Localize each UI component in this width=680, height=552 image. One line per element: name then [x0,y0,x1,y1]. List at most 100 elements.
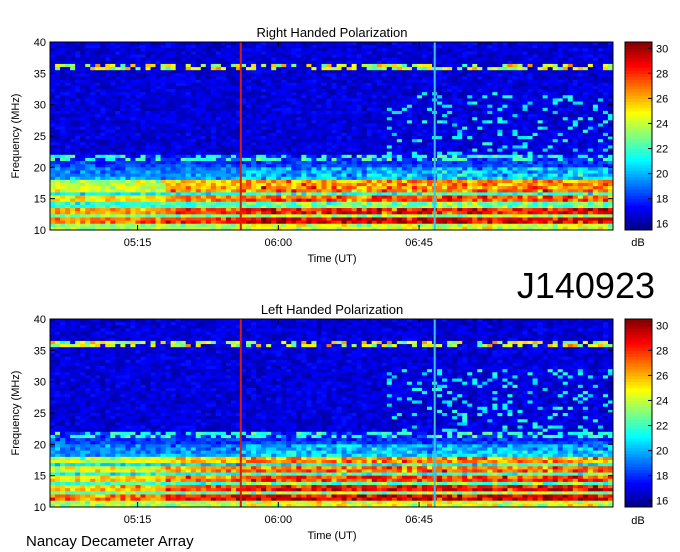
heatmap-cell [65,145,71,149]
heatmap-cell [492,92,498,96]
heatmap-cell [442,110,448,115]
heatmap-cell [65,120,71,124]
heatmap-cell [522,54,528,59]
heatmap-cell [261,110,267,115]
heatmap-cell [60,132,66,137]
heatmap-cell [271,117,277,121]
heatmap-cell [502,70,508,74]
heatmap-cell [200,157,207,162]
heatmap-cell [401,142,408,146]
heatmap-cell [120,123,126,127]
heatmap-cell [572,170,579,174]
heatmap-cell [145,170,151,174]
heatmap-cell [567,70,574,74]
heatmap-cell [261,114,267,118]
heatmap-cell [160,42,167,46]
heatmap-cell [346,167,353,171]
heatmap-cell [205,145,212,149]
heatmap-cell [356,42,363,46]
heatmap-cell [266,139,272,143]
heatmap-cell [587,104,594,109]
heatmap-cell [120,126,126,131]
heatmap-cell [195,67,202,71]
heatmap-cell [457,123,463,127]
heatmap-cell [205,151,212,156]
heatmap-cell [577,129,584,134]
heatmap-cell [562,73,569,77]
heatmap-cell [225,157,232,162]
heatmap-cell [261,117,267,121]
heatmap-cell [281,142,287,146]
heatmap-cell [406,157,413,162]
heatmap-cell [396,151,403,156]
heatmap-cell [552,98,559,102]
heatmap-cell [517,157,523,162]
heatmap-cell [125,45,131,49]
heatmap-cell [527,82,533,87]
heatmap-cell [296,107,302,112]
heatmap-cell [507,145,513,149]
heatmap-cell [547,54,554,59]
heatmap-cell [502,60,508,65]
heatmap-cell [120,107,126,112]
heatmap-cell [301,154,307,159]
heatmap-cell [225,120,232,124]
heatmap-cell [467,92,473,96]
heatmap-cell [230,85,237,90]
heatmap-cell [306,101,312,106]
heatmap-cell [346,67,353,71]
heatmap-cell [95,154,101,159]
heatmap-cell [341,98,347,102]
heatmap-cell [155,63,161,68]
heatmap-cell [582,101,589,106]
heatmap-cell [562,151,569,156]
heatmap-cell [602,73,609,77]
heatmap-cell [542,48,549,52]
heatmap-cell [567,42,574,46]
heatmap-cell [225,173,232,178]
heatmap-cell [457,148,463,153]
heatmap-cell [482,126,488,131]
heatmap-cell [120,95,126,99]
heatmap-cell [110,132,116,137]
heatmap-cell [115,42,121,46]
heatmap-cell [512,151,518,156]
heatmap-cell [100,157,106,162]
heatmap-cell [502,173,508,178]
heatmap-cell [442,148,448,153]
heatmap-cell [507,73,513,77]
heatmap-cell [70,136,76,140]
heatmap-cell [286,51,292,55]
heatmap-cell [462,151,468,156]
heatmap-cell [467,51,473,55]
heatmap-cell [75,170,81,174]
heatmap-cell [110,104,116,109]
heatmap-cell [95,57,101,62]
heatmap-cell [115,79,121,84]
heatmap-cell [145,132,151,137]
heatmap-cell [361,154,368,159]
heatmap-cell [366,120,373,124]
heatmap-cell [70,45,76,49]
heatmap-cell [527,136,533,140]
heatmap-cell [125,157,131,162]
heatmap-cell [175,48,182,52]
heatmap-cell [296,82,302,87]
heatmap-cell [80,82,86,87]
heatmap-cell [462,79,468,84]
heatmap-cell [155,117,161,121]
heatmap-cell [110,89,116,93]
heatmap-cell [140,148,146,153]
heatmap-cell [140,63,146,68]
heatmap-cell [517,123,523,127]
heatmap-cell [396,54,403,59]
heatmap-cell [517,110,523,115]
heatmap-cell [401,79,408,84]
heatmap-cell [316,151,322,156]
heatmap-cell [416,48,423,52]
heatmap-cell [296,45,302,49]
heatmap-cell [592,114,599,118]
heatmap-cell [552,60,559,65]
heatmap-cell [95,73,101,77]
heatmap-cell [85,54,91,59]
